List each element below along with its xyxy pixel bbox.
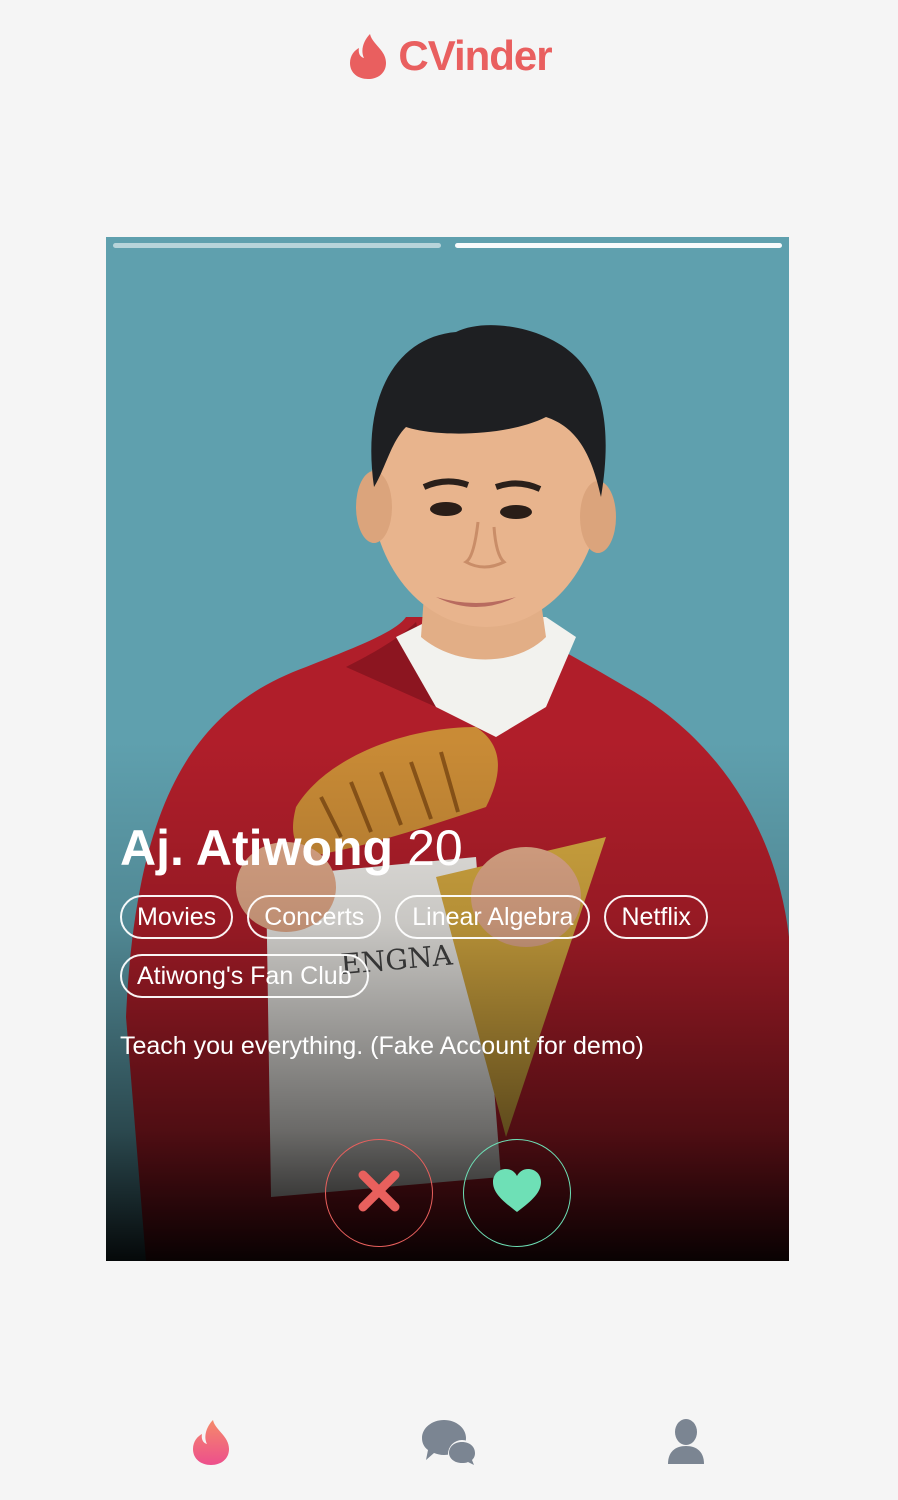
flame-logo-icon — [346, 32, 390, 80]
bottom-nav — [0, 1400, 898, 1490]
nav-swipe[interactable] — [181, 1414, 241, 1474]
photo-indicator-1[interactable] — [113, 243, 441, 248]
nav-profile[interactable] — [656, 1414, 716, 1474]
user-icon — [666, 1418, 706, 1471]
interest-tags: Movies Concerts Linear Algebra Netflix A… — [120, 895, 770, 998]
nope-button[interactable] — [324, 1139, 433, 1247]
interest-tag: Atiwong's Fan Club — [120, 954, 369, 998]
interest-tag: Netflix — [604, 895, 708, 939]
heart-icon — [491, 1168, 543, 1219]
like-button[interactable] — [462, 1139, 571, 1247]
app-title: CVinder — [398, 32, 552, 79]
profile-card[interactable]: ENGNA Aj. Atiwong20 Movies Concerts Line… — [106, 237, 789, 1261]
interest-tag: Linear Algebra — [395, 895, 591, 939]
interest-tag: Concerts — [247, 895, 382, 939]
profile-bio: Teach you everything. (Fake Account for … — [120, 1032, 644, 1060]
app-logo: CVinder — [0, 28, 898, 84]
app-root: CVinder Aj. Atiwong 20 Movies Concerts L… — [0, 0, 898, 1500]
photo-progress — [113, 243, 782, 248]
nav-chat[interactable] — [419, 1414, 479, 1474]
flame-icon — [189, 1418, 233, 1471]
interest-tag: Movies — [120, 895, 234, 939]
profile-age: 20 — [407, 820, 463, 876]
profile-name: Aj. Atiwong — [120, 820, 394, 876]
profile-name-line: Aj. Atiwong 20 — [120, 819, 463, 877]
photo-indicator-2[interactable] — [454, 243, 782, 248]
x-icon — [355, 1167, 403, 1220]
chat-bubbles-icon — [420, 1418, 478, 1471]
swipe-actions — [106, 1139, 789, 1247]
